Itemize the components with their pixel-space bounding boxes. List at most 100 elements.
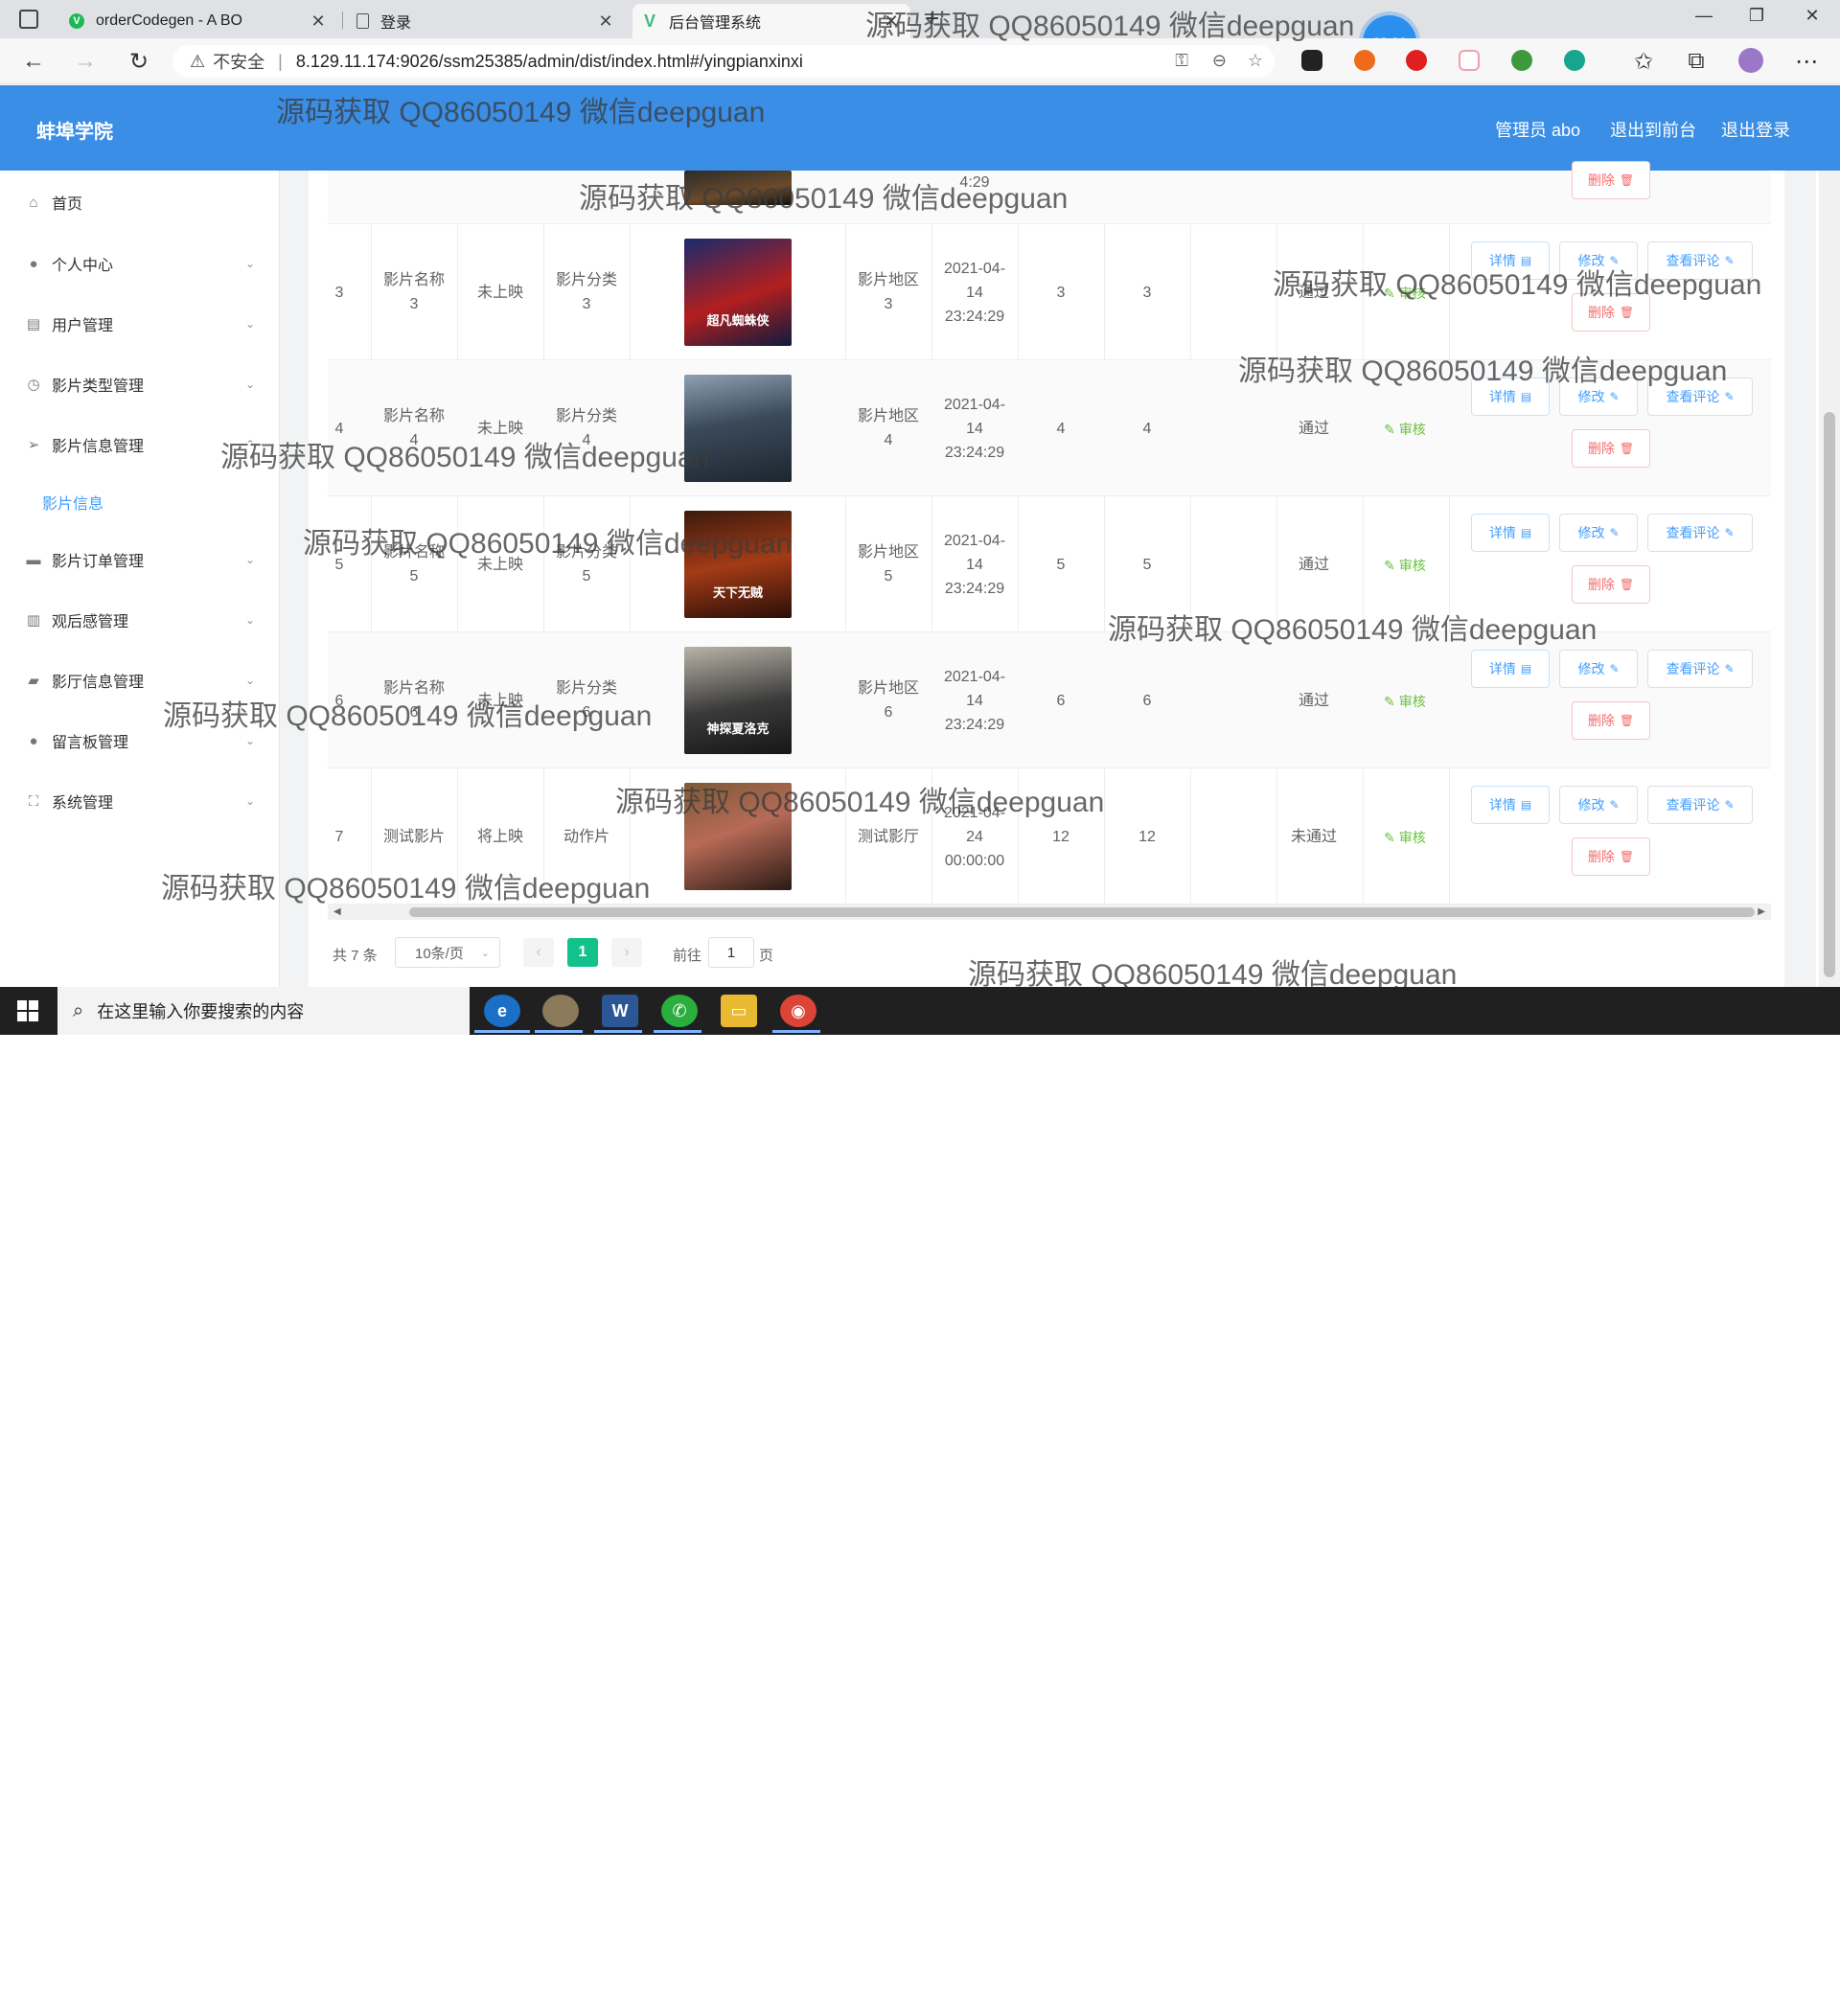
scroll-right-icon[interactable]: ▶ <box>1758 905 1765 920</box>
app-avatar-icon[interactable] <box>542 995 579 1027</box>
extension-icon[interactable] <box>1301 50 1322 71</box>
key-icon[interactable]: ⚿ <box>1175 51 1188 71</box>
edit-button[interactable]: 修改 ✎ <box>1559 786 1638 824</box>
zoom-out-icon[interactable]: ⊖ <box>1212 51 1227 71</box>
table-cell-category: 影片分类3 <box>555 272 617 312</box>
mute-icon[interactable]: ⊗ <box>1620 1989 1632 2006</box>
table-cell-time: 2021-04-14 23:24:29 <box>943 668 1006 733</box>
table-cell-a: 4 <box>1056 420 1066 437</box>
notifications-icon[interactable]: ▤ <box>1790 1986 1808 2010</box>
scroll-thumb[interactable] <box>409 907 1755 917</box>
tab-login[interactable]: 登录 ✕ <box>347 4 625 38</box>
network-icon[interactable]: ⊡ <box>1564 1989 1576 2006</box>
chart-box-icon: ▤ <box>26 316 41 332</box>
delete-button[interactable]: 删除 🗑 <box>1572 429 1650 468</box>
favorites-icon[interactable]: ✩ <box>1629 48 1658 76</box>
back-icon[interactable]: ← <box>19 48 48 75</box>
url-field[interactable]: ⚠ 不安全 | 8.129.11.174:9026/ssm25385/admin… <box>172 45 1275 78</box>
page-1-button[interactable]: 1 <box>567 938 598 967</box>
start-button[interactable] <box>17 1000 38 1021</box>
extension-icon[interactable] <box>1354 50 1375 71</box>
tray-expand-icon[interactable]: ⌃ <box>1481 1989 1493 2006</box>
detail-button[interactable]: 详情 ▤ <box>1471 514 1550 552</box>
close-window-button[interactable]: ✕ <box>1798 6 1827 26</box>
sidebar-item-film-types[interactable]: ◷ 影片类型管理 ⌄ <box>0 365 280 403</box>
delete-button[interactable]: 删除 🗑 <box>1572 701 1650 740</box>
view-comments-button[interactable]: 查看评论 ✎ <box>1647 786 1753 824</box>
more-icon[interactable]: ⋯ <box>1792 48 1821 76</box>
page-size-select[interactable]: 10条/页 ⌄ <box>395 937 500 968</box>
view-comments-button[interactable]: 查看评论 ✎ <box>1647 650 1753 688</box>
sidebar-item-users[interactable]: ▤ 用户管理 ⌄ <box>0 305 280 343</box>
sidebar-item-orders[interactable]: ▬ 影片订单管理 ⌄ <box>0 540 280 579</box>
goto-label: 前往 <box>673 947 702 964</box>
tab-ordercodegen[interactable]: V orderCodegen - A BO ✕ <box>59 4 337 38</box>
audit-link[interactable]: ✎ 审核 <box>1384 556 1426 575</box>
minimize-button[interactable]: — <box>1690 6 1718 26</box>
next-page-button[interactable]: › <box>611 938 642 967</box>
edit-button[interactable]: 修改 ✎ <box>1559 514 1638 552</box>
watermark-text: 源码获取 QQ86050149 微信deepguan <box>303 528 793 560</box>
edit-icon: ✎ <box>1609 390 1620 403</box>
extension-icon[interactable] <box>1511 50 1532 71</box>
document-icon: ▤ <box>1520 390 1532 403</box>
sidebar-item-profile[interactable]: ● 个人中心 ⌄ <box>0 244 280 283</box>
chevron-down-icon: ⌄ <box>244 613 255 627</box>
delete-button[interactable]: 删除 🗑 <box>1572 565 1650 604</box>
delete-button[interactable]: 删除 🗑 <box>1572 161 1650 199</box>
tray-app-icon[interactable]: ▲ <box>1509 1989 1524 2005</box>
sidebar-subitem-film-info[interactable]: 影片信息 <box>42 491 104 514</box>
table-cell-region: 影片地区3 <box>857 272 919 312</box>
audit-link[interactable]: ✎ 审核 <box>1384 420 1426 439</box>
window-menu-icon[interactable] <box>19 10 38 29</box>
goto-page-input[interactable]: 1 <box>708 937 754 968</box>
taskbar-search[interactable]: ⌕ 在这里输入你要搜索的内容 <box>58 987 470 1035</box>
horizontal-scrollbar[interactable]: ◀ ▶ <box>328 905 1771 920</box>
profile-avatar[interactable] <box>1738 48 1763 73</box>
sidebar-item-system[interactable]: ⛶ 系统管理 ⌄ <box>0 782 280 820</box>
reload-icon[interactable]: ↻ <box>125 48 153 76</box>
vertical-scrollbar[interactable] <box>1819 171 1840 987</box>
maximize-button[interactable]: ❐ <box>1742 6 1771 26</box>
battery-icon[interactable]: ▭ <box>1537 1989 1551 2006</box>
sidebar-item-reviews[interactable]: ▥ 观后感管理 ⌄ <box>0 601 280 639</box>
file-explorer-icon[interactable]: ▭ <box>721 995 757 1027</box>
word-icon[interactable]: W <box>602 995 638 1027</box>
logout-link[interactable]: 退出登录 <box>1721 117 1790 142</box>
edit-icon: ✎ <box>1609 526 1620 539</box>
edit-button[interactable]: 修改 ✎ <box>1559 650 1638 688</box>
taskbar-clock[interactable]: 23:30 2021/4/14 <box>1687 1978 1773 2016</box>
trash-icon: 🗑 <box>1619 173 1635 187</box>
sidebar-item-home[interactable]: ⌂ 首页 <box>0 183 280 221</box>
favorite-add-icon[interactable]: ☆ <box>1248 51 1263 71</box>
audit-link[interactable]: ✎ 审核 <box>1384 692 1426 711</box>
watermark-text: 源码获取 QQ86050149 微信deepguan <box>1238 355 1728 387</box>
view-comments-button[interactable]: 查看评论 ✎ <box>1647 514 1753 552</box>
back-to-front-link[interactable]: 退出到前台 <box>1610 117 1696 142</box>
wechat-icon[interactable]: ✆ <box>661 995 698 1027</box>
extension-icon[interactable] <box>1459 50 1480 71</box>
scroll-left-icon[interactable]: ◀ <box>334 905 341 920</box>
collections-icon[interactable]: ⧉ <box>1682 48 1711 75</box>
chrome-icon[interactable]: ◉ <box>780 995 816 1027</box>
prev-page-button[interactable]: ‹ <box>523 938 554 967</box>
edit-icon: ✎ <box>1724 662 1735 676</box>
volume-icon[interactable]: ◁ <box>1591 1989 1602 2006</box>
trash-icon: 🗑 <box>1619 578 1635 591</box>
checkbox-icon[interactable]: ☑ <box>1653 1989 1666 2006</box>
delete-button[interactable]: 删除 🗑 <box>1572 837 1650 876</box>
admin-name[interactable]: 管理员 abo <box>1495 117 1580 142</box>
table-cell-review: 通过 <box>1298 692 1329 709</box>
edge-icon[interactable]: e <box>484 995 520 1027</box>
scroll-thumb[interactable] <box>1824 412 1835 977</box>
forward-icon[interactable]: → <box>71 48 100 75</box>
detail-button[interactable]: 详情 ▤ <box>1471 786 1550 824</box>
close-tab-icon[interactable]: ✕ <box>309 11 328 32</box>
chevron-down-icon: ⌄ <box>244 257 255 270</box>
detail-button[interactable]: 详情 ▤ <box>1471 650 1550 688</box>
extension-icon[interactable] <box>1406 50 1427 71</box>
extension-icon[interactable] <box>1564 50 1585 71</box>
bar-chart-icon: ▥ <box>26 612 41 629</box>
close-tab-icon[interactable]: ✕ <box>596 11 615 32</box>
audit-link[interactable]: ✎ 审核 <box>1384 828 1426 847</box>
